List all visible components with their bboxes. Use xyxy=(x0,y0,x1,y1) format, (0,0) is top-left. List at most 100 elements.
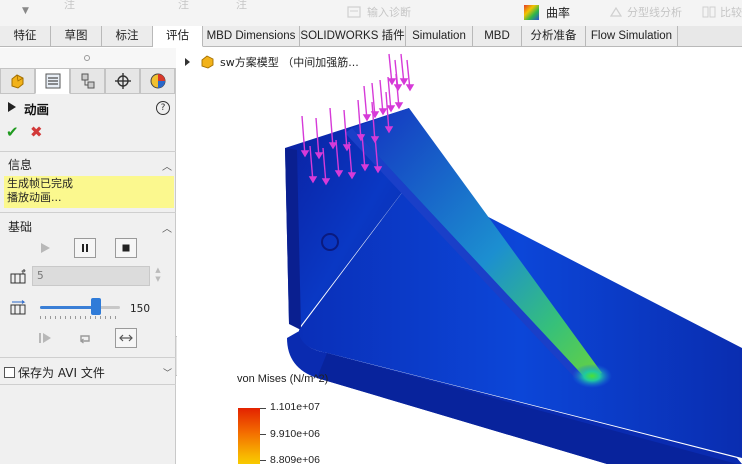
feature-manager-tab[interactable] xyxy=(0,68,35,94)
load-arrow-head xyxy=(394,102,404,110)
stress-plot-model xyxy=(285,53,742,464)
reciprocate-icon xyxy=(119,334,133,342)
loop-icon xyxy=(80,335,90,344)
configuration-manager-icon xyxy=(81,73,94,89)
dimxpert-icon xyxy=(114,73,131,89)
legend-value: 9.910e+06 xyxy=(270,428,320,440)
info-section-title[interactable]: 信息 xyxy=(8,156,32,173)
step-forward-icon xyxy=(39,333,51,343)
panel-tab-strip xyxy=(0,68,176,94)
save-avi-checkbox[interactable] xyxy=(4,367,15,378)
animation-play-icon xyxy=(8,102,16,112)
legend-tick xyxy=(260,408,266,409)
stop-button[interactable] xyxy=(115,238,137,258)
section-divider xyxy=(0,151,176,152)
tab-sketch[interactable]: 草图 xyxy=(51,26,102,47)
collapse-chevron-up-icon[interactable]: ︿ xyxy=(162,220,172,235)
svg-text:#: # xyxy=(21,269,26,276)
dimxpert-manager-tab[interactable] xyxy=(105,68,140,94)
load-arrow-head xyxy=(393,84,403,92)
load-arrow-head xyxy=(362,114,372,122)
command-manager-tabs: 特征 草图 标注 评估 MBD Dimensions SOLIDWORKS 插件… xyxy=(0,26,742,47)
parting-line-analysis-icon[interactable] xyxy=(609,5,623,19)
tree-item-label: sw方案模型 （中间加强筋... xyxy=(220,56,359,69)
section-divider xyxy=(0,384,176,385)
tab-markup[interactable]: 标注 xyxy=(102,26,153,47)
pause-button[interactable] xyxy=(74,238,96,258)
save-avi-option[interactable]: 保存为 AVI 文件 xyxy=(4,364,105,381)
playback-speed-icon xyxy=(10,300,28,316)
compare-icon[interactable] xyxy=(702,5,716,19)
legend-value: 1.101e+07 xyxy=(270,401,320,413)
load-arrow-head xyxy=(387,78,397,86)
play-button[interactable] xyxy=(34,238,56,258)
chevron-down-icon[interactable]: ﹀ xyxy=(163,366,172,379)
property-manager-tab[interactable] xyxy=(35,68,70,94)
toolbar-item-faded: 注 xyxy=(178,0,189,11)
legend-title: von Mises (N/m^2) xyxy=(237,373,329,385)
input-diagnosis-button[interactable]: 输入诊断 xyxy=(367,4,411,20)
play-icon xyxy=(41,243,50,253)
tab-mbd[interactable]: MBD xyxy=(473,26,522,47)
tab-solidworks-addins[interactable]: SOLIDWORKS 插件 xyxy=(300,26,406,47)
load-arrow-head xyxy=(399,78,409,86)
stress-legend-colorbar xyxy=(238,408,260,464)
info-message-box: 生成帧已完成 播放动画... xyxy=(4,176,174,208)
frames-spinner[interactable]: ▲ ▼ xyxy=(153,266,163,286)
loop-button[interactable] xyxy=(74,328,96,348)
speed-slider-fill xyxy=(40,306,96,309)
info-message-line: 生成帧已完成 xyxy=(7,177,73,190)
toolbar-item-faded: 注 xyxy=(236,0,247,11)
collapse-chevron-up-icon[interactable]: ︿ xyxy=(162,158,172,173)
section-divider xyxy=(0,212,176,213)
section-divider xyxy=(0,357,176,358)
graphics-viewport[interactable]: sw方案模型 （中间加强筋... von Mises (N/m^2) 1.101… xyxy=(177,48,742,464)
command-toolbar: ▼ 注 注 注 输入诊断 曲率 分型线分析 比较 xyxy=(0,0,742,26)
feature-manager-icon xyxy=(11,74,23,89)
compare-button[interactable]: 比较 xyxy=(720,4,742,20)
parting-line-analysis-button[interactable]: 分型线分析 xyxy=(627,4,682,20)
help-icon[interactable]: ? xyxy=(156,101,170,115)
tab-analysis-preparation[interactable]: 分析准备 xyxy=(522,26,586,47)
frames-icon: # xyxy=(10,269,28,285)
curvature-icon[interactable] xyxy=(524,5,539,20)
display-manager-icon xyxy=(150,73,165,89)
cancel-x-icon[interactable]: ✖ xyxy=(30,123,43,141)
input-diagnosis-icon[interactable] xyxy=(347,5,361,19)
speed-slider-ticks xyxy=(40,316,120,319)
toolbar-item-faded: 注 xyxy=(64,0,75,11)
step-forward-button[interactable] xyxy=(34,328,56,348)
panel-header xyxy=(0,48,176,68)
stop-icon xyxy=(122,244,130,252)
curvature-button[interactable]: 曲率 xyxy=(546,4,570,21)
reciprocate-button[interactable] xyxy=(115,328,137,348)
speed-slider-track[interactable] xyxy=(40,306,120,309)
configuration-manager-tab[interactable] xyxy=(70,68,105,94)
load-arrow-head xyxy=(405,84,415,92)
frames-input[interactable]: 5 xyxy=(32,266,150,286)
legend-value: 8.809e+06 xyxy=(270,454,320,464)
basic-section-title[interactable]: 基础 xyxy=(8,218,32,235)
tab-flow-simulation[interactable]: Flow Simulation xyxy=(586,26,678,47)
info-message-line: 播放动画... xyxy=(7,191,62,204)
feature-tree-item[interactable]: sw方案模型 （中间加强筋... xyxy=(185,54,359,70)
panel-title: 动画 xyxy=(24,102,50,117)
tab-evaluate[interactable]: 评估 xyxy=(153,26,203,47)
tab-mbd-dimensions[interactable]: MBD Dimensions xyxy=(203,26,300,47)
property-manager-panel: 动画 ? ✔ ✖ 信息 ︿ 生成帧已完成 播放动画... 基础 ︿ # 5 ▲ ▼… xyxy=(0,48,176,464)
speed-value: 150 xyxy=(130,303,151,315)
display-manager-tab[interactable] xyxy=(140,68,175,94)
study-model-icon xyxy=(201,55,214,69)
toolbar-dropdown-caret[interactable]: ▼ xyxy=(22,6,29,16)
load-arrow-head xyxy=(386,105,396,113)
accept-check-icon[interactable]: ✔ xyxy=(6,123,19,141)
speed-slider-thumb[interactable] xyxy=(91,298,101,315)
panel-drag-handle[interactable] xyxy=(84,55,90,61)
pause-icon xyxy=(82,244,88,252)
tree-expand-arrow-icon[interactable] xyxy=(185,58,190,66)
save-avi-label: 保存为 AVI 文件 xyxy=(18,366,105,380)
tab-features[interactable]: 特征 xyxy=(0,26,51,47)
property-manager-icon xyxy=(45,73,60,89)
load-arrow-head xyxy=(378,108,388,116)
tab-simulation[interactable]: Simulation xyxy=(406,26,473,47)
